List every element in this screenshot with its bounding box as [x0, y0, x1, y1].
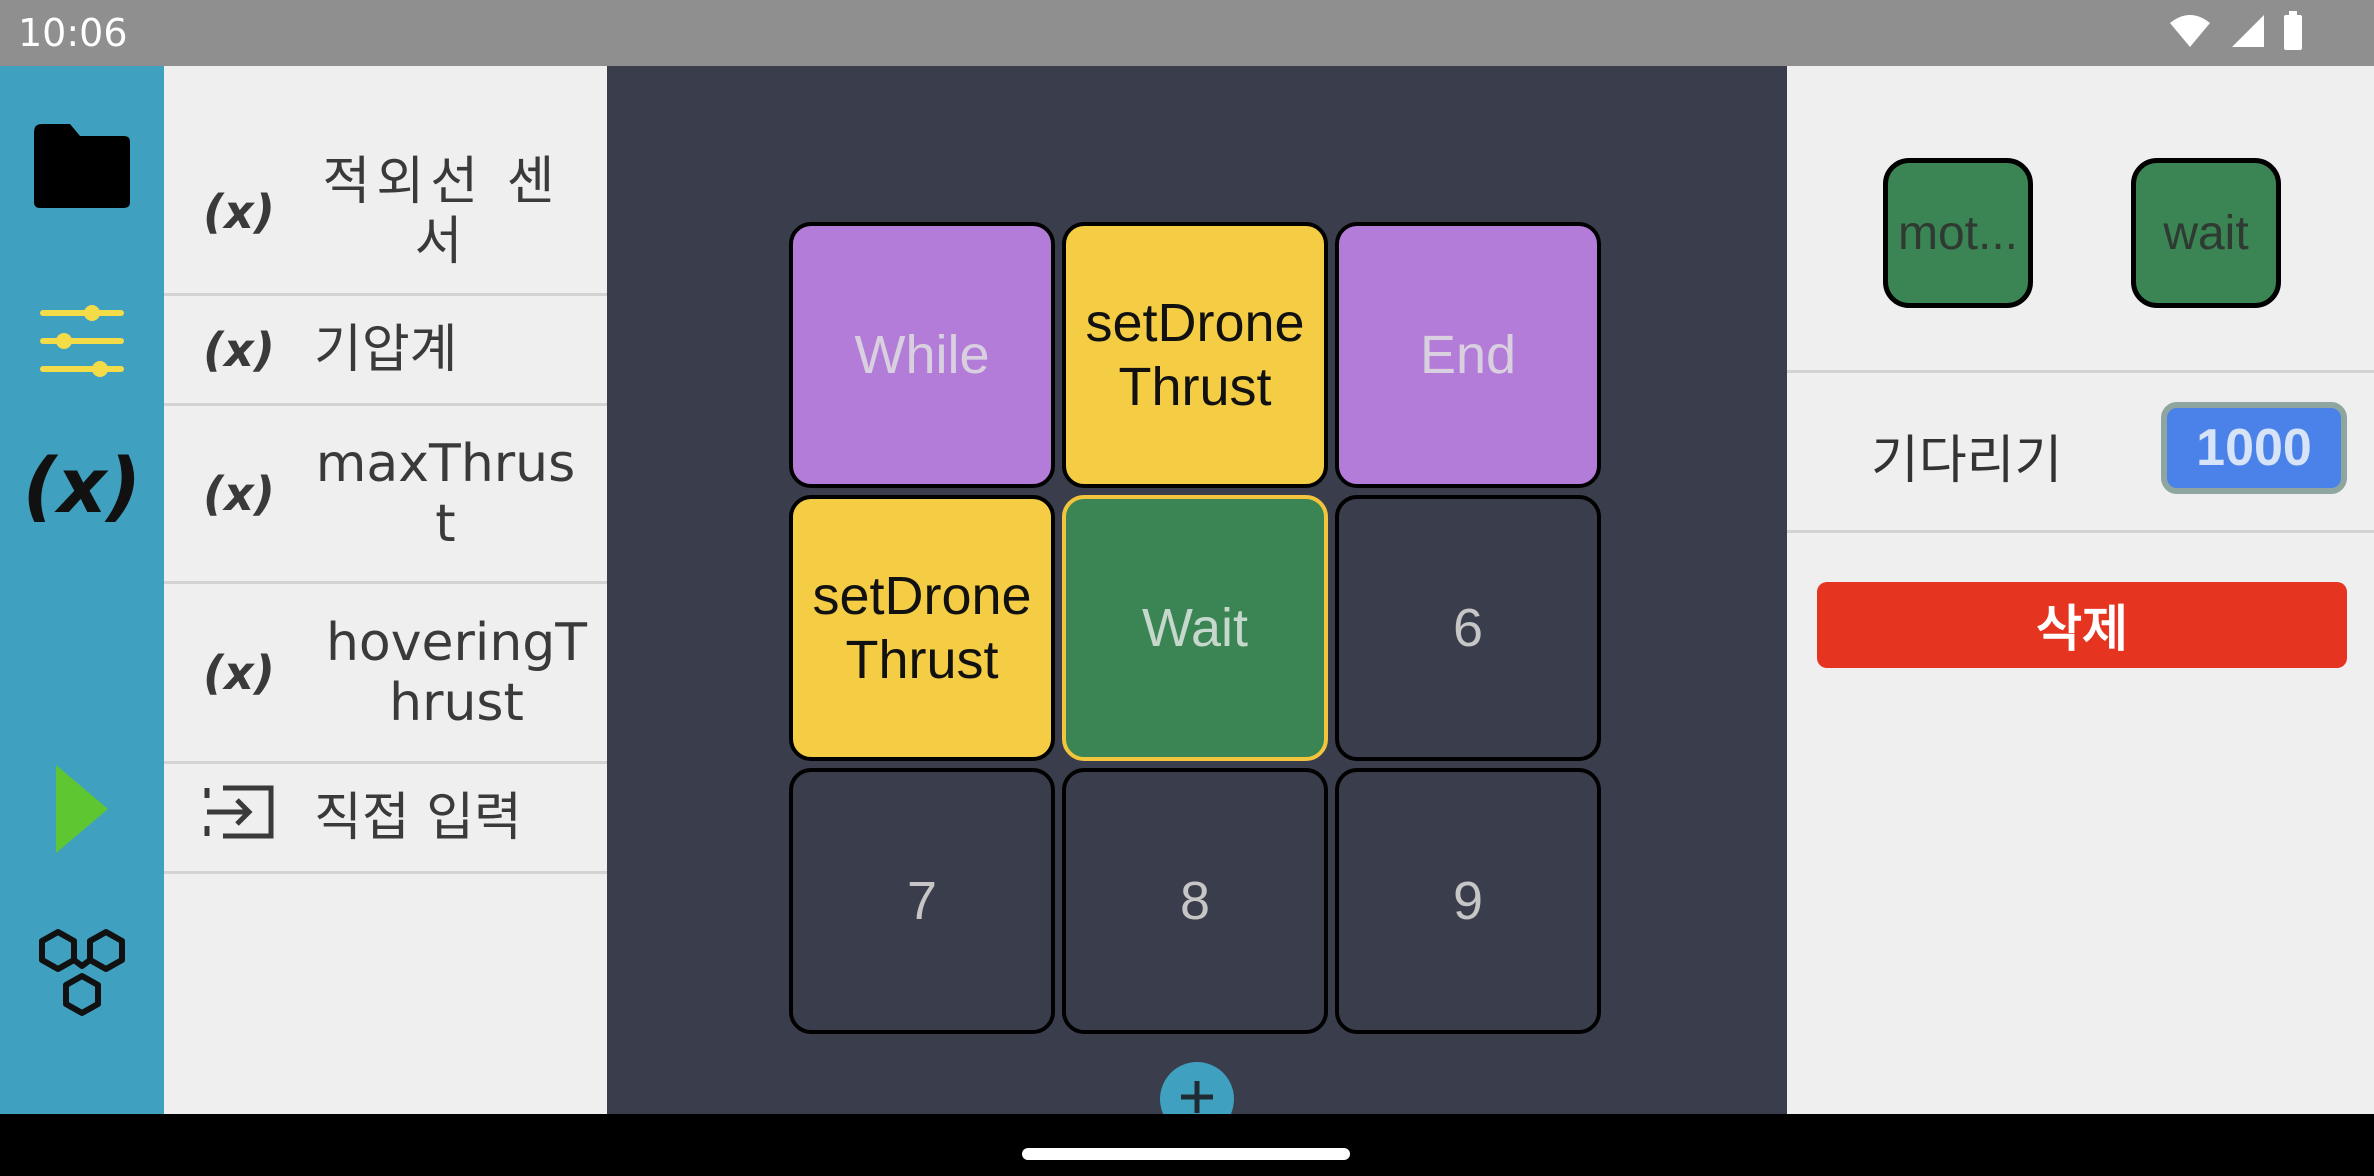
block-cell-7[interactable]: 7: [789, 768, 1055, 1034]
wait-duration-input[interactable]: 1000: [2161, 402, 2347, 494]
variable-icon: (x): [203, 645, 275, 700]
chip-label: mot...: [1897, 206, 2019, 260]
variable-label: 적외선 센서: [322, 151, 561, 272]
settings-button[interactable]: [0, 305, 164, 377]
tool-rail: (x): [0, 66, 164, 1114]
variable-item-barometer[interactable]: (x) 기압계: [164, 296, 607, 406]
wait-block-chip[interactable]: wait: [2131, 158, 2281, 308]
folder-icon: [30, 120, 134, 214]
status-icons: [2168, 10, 2304, 56]
block-cell-2[interactable]: setDrone Thrust: [1062, 222, 1328, 488]
block-label: 7: [906, 871, 938, 931]
direct-input-label: 직접 입력: [314, 787, 522, 848]
sliders-icon: [36, 302, 128, 384]
variables-button[interactable]: (x): [0, 430, 164, 540]
home-handle[interactable]: [1022, 1148, 1350, 1160]
variable-list: (x) 적외선 센서 (x) 기압계 (x) maxThrust (x) hov…: [164, 66, 607, 1114]
divider: [1787, 530, 2374, 533]
block-label: Wait: [1142, 598, 1248, 658]
variable-label: hoveringThrust: [325, 612, 588, 733]
block-label: setDrone Thrust: [812, 566, 1032, 690]
signal-icon: [2228, 13, 2266, 53]
block-cell-8[interactable]: 8: [1062, 768, 1328, 1034]
motor-block-chip[interactable]: mot...: [1883, 158, 2033, 308]
wifi-icon: [2168, 13, 2212, 53]
variable-icon: (x): [203, 466, 275, 521]
delete-label: 삭제: [2036, 600, 2128, 658]
direct-input-item[interactable]: 직접 입력: [164, 764, 607, 874]
variable-label: maxThrust: [315, 433, 576, 554]
input-icon: [164, 784, 314, 851]
status-time: 10:06: [18, 11, 128, 55]
delete-button[interactable]: 삭제: [1817, 582, 2347, 668]
variable-item-maxthrust[interactable]: (x) maxThrust: [164, 406, 607, 584]
variable-icon: (x): [22, 440, 142, 530]
play-icon: [52, 763, 112, 859]
block-cell-9[interactable]: 9: [1335, 768, 1601, 1034]
folder-button[interactable]: [0, 112, 164, 222]
variable-icon: (x): [203, 184, 275, 239]
block-cell-5[interactable]: Wait: [1062, 495, 1328, 761]
block-label: 8: [1179, 871, 1211, 931]
run-button[interactable]: [0, 756, 164, 866]
code-canvas: While setDrone Thrust End setDrone Thrus…: [607, 66, 1787, 1136]
divider: [1787, 370, 2374, 373]
variable-icon: (x): [203, 322, 275, 377]
variable-label: 기압계: [314, 319, 458, 380]
wait-value: 1000: [2196, 419, 2312, 477]
block-cell-6[interactable]: 6: [1335, 495, 1601, 761]
variable-item-hoveringthrust[interactable]: (x) hoveringThrust: [164, 584, 607, 764]
properties-panel: mot... wait 기다리기 1000 삭제: [1787, 66, 2374, 1114]
wait-label: 기다리기: [1871, 431, 2063, 491]
variable-item-ir-sensor[interactable]: (x) 적외선 센서: [164, 130, 607, 296]
block-cell-4[interactable]: setDrone Thrust: [789, 495, 1055, 761]
navigation-bar: [0, 1114, 2374, 1176]
block-label: 6: [1452, 598, 1484, 658]
modules-button[interactable]: [0, 918, 164, 1038]
block-cell-3[interactable]: End: [1335, 222, 1601, 488]
hexagons-icon: [32, 926, 132, 1030]
block-label: End: [1419, 325, 1517, 385]
battery-icon: [2282, 11, 2304, 55]
block-label: 9: [1452, 871, 1484, 931]
block-label: setDrone Thrust: [1085, 293, 1305, 417]
status-bar: 10:06: [0, 0, 2374, 66]
block-label: While: [854, 325, 990, 385]
block-cell-1[interactable]: While: [789, 222, 1055, 488]
chip-label: wait: [2163, 206, 2249, 260]
